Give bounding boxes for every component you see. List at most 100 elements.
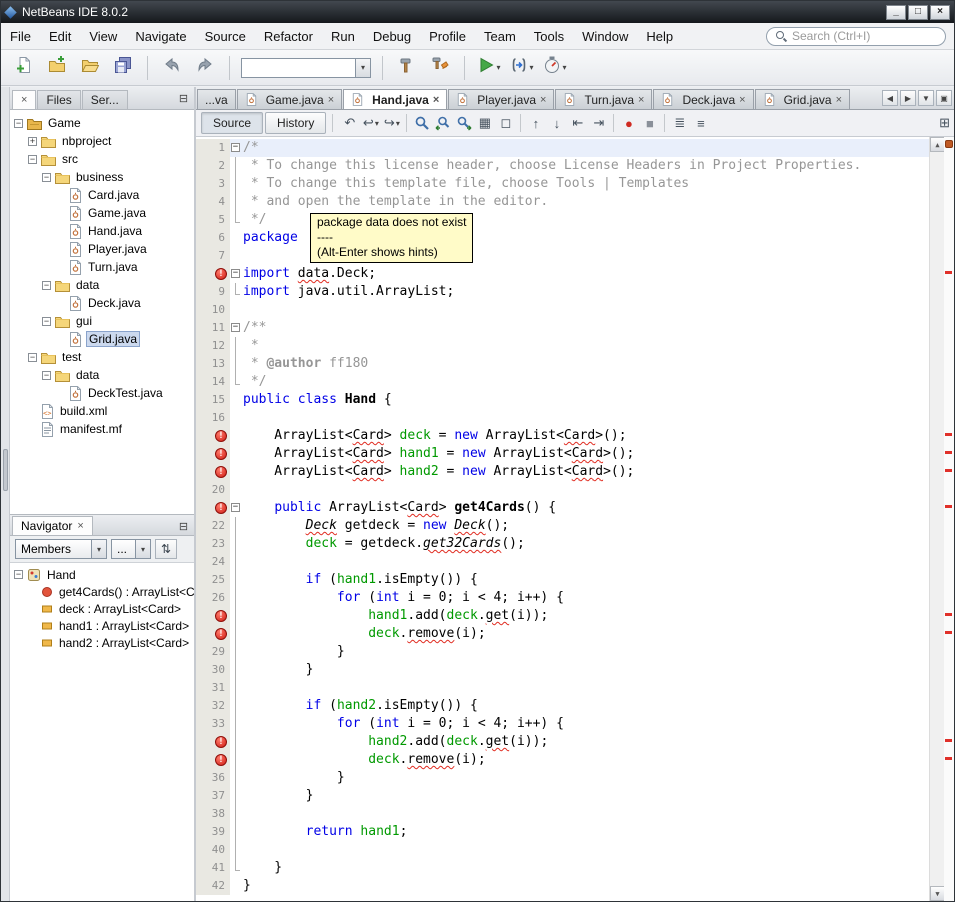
history-view-button[interactable]: History [265, 112, 326, 134]
tree-item-build-xml[interactable]: <>build.xml [10, 402, 194, 420]
find-next-occurrence-icon[interactable] [453, 113, 474, 133]
close-button[interactable]: × [930, 5, 950, 20]
tree-item-data[interactable]: −data [10, 366, 194, 384]
previous-bookmark-icon[interactable]: ↑ [525, 113, 546, 133]
minimize-button[interactable]: _ [886, 5, 906, 20]
tab-list-icon[interactable]: ▼ [918, 90, 934, 106]
panel-tab-ser[interactable]: Ser... [82, 90, 128, 109]
start-macro-recording-icon[interactable]: ● [618, 113, 639, 133]
fold-collapse-icon[interactable]: − [231, 143, 240, 152]
close-icon[interactable]: × [638, 95, 644, 105]
expander-icon[interactable]: − [42, 281, 51, 290]
error-stripe-mark[interactable] [945, 505, 952, 508]
tree-item-turn-java[interactable]: Turn.java [10, 258, 194, 276]
error-stripe-mark[interactable] [945, 631, 952, 634]
tree-item-deck-arraylist-card[interactable]: deck : ArrayList<Card> [10, 600, 194, 617]
expander-icon[interactable]: + [28, 137, 37, 146]
rectangular-selection-icon[interactable]: ◻ [495, 113, 516, 133]
expander-icon[interactable]: − [14, 570, 23, 579]
tree-item-data[interactable]: −data [10, 276, 194, 294]
tree-item-hand-java[interactable]: Hand.java [10, 222, 194, 240]
close-icon[interactable]: × [540, 95, 546, 105]
menu-tools[interactable]: Tools [525, 25, 573, 48]
error-badge-icon[interactable]: ! [215, 610, 227, 622]
tree-item-gui[interactable]: −gui [10, 312, 194, 330]
panel-tab-files[interactable]: Files [37, 90, 80, 109]
comment-lines-icon[interactable]: ≣ [669, 113, 690, 133]
tree-item-nbproject[interactable]: +nbproject [10, 132, 194, 150]
fold-collapse-icon[interactable]: − [231, 269, 240, 278]
configuration-select[interactable]: ▾ [241, 58, 371, 78]
menu-team[interactable]: Team [475, 25, 525, 48]
source-view-button[interactable]: Source [201, 112, 263, 134]
scroll-down-icon[interactable]: ▼ [930, 886, 945, 901]
expander-icon[interactable]: − [42, 317, 51, 326]
scroll-tabs-right-icon[interactable]: ▶ [900, 90, 916, 106]
error-status-badge[interactable] [945, 140, 953, 148]
error-stripe-mark[interactable] [945, 739, 952, 742]
back-icon[interactable]: ↩▾ [360, 113, 381, 133]
tree-item-grid-java[interactable]: Grid.java [10, 330, 194, 348]
shift-line-right-icon[interactable]: ⇥ [588, 113, 609, 133]
expander-icon[interactable]: − [14, 119, 23, 128]
close-icon[interactable]: × [328, 95, 334, 105]
error-badge-icon[interactable]: ! [215, 736, 227, 748]
editor-tab-player-java[interactable]: Player.java× [448, 89, 554, 109]
tree-item-game-java[interactable]: Game.java [10, 204, 194, 222]
error-badge-icon[interactable]: ! [215, 628, 227, 640]
error-badge-icon[interactable]: ! [215, 448, 227, 460]
run-project-button[interactable]: ▾ [474, 54, 504, 82]
undo-button[interactable] [157, 54, 187, 82]
error-badge-icon[interactable]: ! [215, 754, 227, 766]
vertical-scrollbar[interactable]: ▲ ▼ [929, 137, 944, 901]
navigator-tab[interactable]: Navigator × [12, 516, 93, 535]
editor-tab-turn-java[interactable]: Turn.java× [555, 89, 652, 109]
maximize-window-icon[interactable]: ▣ [936, 90, 952, 106]
error-stripe-mark[interactable] [945, 613, 952, 616]
menu-source[interactable]: Source [196, 25, 255, 48]
scroll-up-icon[interactable]: ▲ [930, 137, 945, 152]
close-icon[interactable]: × [77, 521, 83, 531]
tree-item-hand1-arraylist-card[interactable]: hand1 : ArrayList<Card> [10, 617, 194, 634]
tree-item-hand[interactable]: −Hand [10, 566, 194, 583]
menu-help[interactable]: Help [637, 25, 682, 48]
tree-item-hand2-arraylist-card[interactable]: hand2 : ArrayList<Card> [10, 634, 194, 651]
members-filter-select[interactable]: Members ▾ [15, 539, 107, 559]
menu-profile[interactable]: Profile [420, 25, 475, 48]
stop-macro-recording-icon[interactable]: ■ [639, 113, 660, 133]
tree-item-game[interactable]: −Game [10, 114, 194, 132]
editor-tab-hand-java[interactable]: Hand.java× [343, 89, 447, 109]
toggle-highlight-search-icon[interactable]: ▦ [474, 113, 495, 133]
profile-project-button[interactable]: ▾ [540, 54, 570, 82]
error-badge-icon[interactable]: ! [215, 466, 227, 478]
tree-item-player-java[interactable]: Player.java [10, 240, 194, 258]
menu-debug[interactable]: Debug [364, 25, 420, 48]
new-project-button[interactable] [42, 54, 72, 82]
error-badge-icon[interactable]: ! [215, 268, 227, 280]
error-stripe-mark[interactable] [945, 271, 952, 274]
collapsed-window-button[interactable] [3, 449, 8, 491]
menu-navigate[interactable]: Navigate [126, 25, 195, 48]
menu-file[interactable]: File [1, 25, 40, 48]
menu-view[interactable]: View [80, 25, 126, 48]
minimize-panel-icon[interactable]: ⊟ [176, 91, 191, 105]
menu-run[interactable]: Run [322, 25, 364, 48]
expander-icon[interactable]: − [42, 173, 51, 182]
shift-line-left-icon[interactable]: ⇤ [567, 113, 588, 133]
tree-item-test[interactable]: −test [10, 348, 194, 366]
panel-tab-item[interactable]: × [12, 90, 36, 109]
editor-tab-grid-java[interactable]: Grid.java× [755, 89, 850, 109]
open-project-button[interactable] [75, 54, 105, 82]
find-previous-occurrence-icon[interactable] [432, 113, 453, 133]
tree-item-get4cards-arraylist-card[interactable]: get4Cards() : ArrayList<Card> [10, 583, 194, 600]
scroll-tabs-left-icon[interactable]: ◀ [882, 90, 898, 106]
menu-window[interactable]: Window [573, 25, 637, 48]
error-stripe-mark[interactable] [945, 757, 952, 760]
error-stripe-mark[interactable] [945, 451, 952, 454]
find-selection-icon[interactable] [411, 113, 432, 133]
minimize-panel-icon[interactable]: ⊟ [176, 519, 191, 533]
filters-select[interactable]: ... ▾ [111, 539, 151, 559]
fold-collapse-icon[interactable]: − [231, 503, 240, 512]
uncomment-lines-icon[interactable]: ≡ [690, 113, 711, 133]
tree-item-manifest-mf[interactable]: manifest.mf [10, 420, 194, 438]
